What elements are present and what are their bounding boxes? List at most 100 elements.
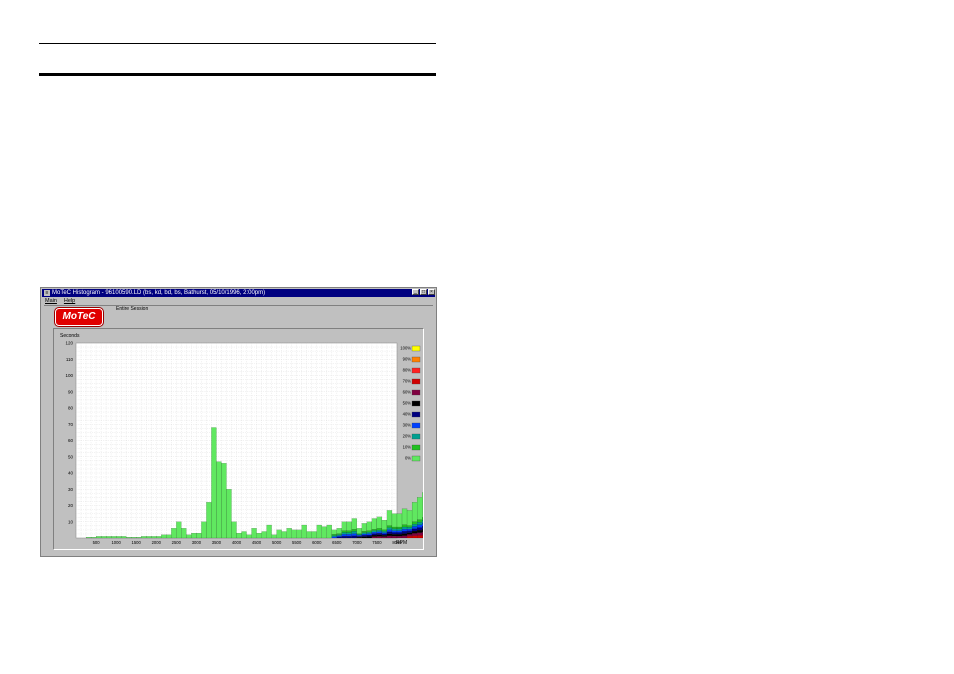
menu-main[interactable]: Main [45, 298, 57, 304]
histogram-bar-segment [356, 533, 362, 535]
histogram-bar-segment [386, 535, 393, 539]
histogram-bar-segment [417, 497, 423, 520]
histogram-bar-segment [346, 536, 352, 539]
histogram-bar-segment [401, 531, 408, 534]
histogram-bar-segment [381, 529, 388, 532]
session-label: Entire Session [116, 306, 149, 312]
y-tick-label: 100 [65, 373, 73, 378]
histogram-bar-segment [366, 535, 372, 537]
histogram-bar-segment [176, 521, 182, 539]
histogram-bar-segment [196, 533, 202, 539]
histogram-bar-segment [406, 525, 413, 528]
histogram-bar-segment [206, 502, 212, 539]
maximize-button[interactable]: □ [420, 289, 427, 295]
y-axis-label: Seconds [60, 333, 80, 339]
x-tick-label: 6000 [312, 540, 322, 545]
histogram-bar-segment [422, 492, 428, 518]
legend-label: 60% [403, 390, 412, 395]
histogram-bar-segment [111, 536, 117, 539]
window-titlebar[interactable]: ≡ MoTeC Histogram - 96100590.LD (bs, kd, … [42, 289, 435, 297]
minimize-button[interactable]: _ [412, 289, 419, 295]
histogram-bar-segment [101, 536, 107, 539]
histogram-bar-segment [381, 535, 388, 537]
histogram-bar-segment [236, 533, 242, 539]
histogram-bar-segment [361, 532, 367, 535]
histogram-bar-segment [406, 529, 413, 531]
histogram-bar-segment [106, 536, 112, 539]
histogram-bar-segment [371, 535, 377, 537]
histogram-bar-segment [286, 528, 292, 539]
histogram-bar-segment [341, 530, 347, 533]
legend-swatch [411, 400, 421, 407]
histogram-bar-segment [356, 536, 362, 538]
histogram-bar-segment [346, 534, 352, 537]
histogram-bar-segment [366, 536, 372, 539]
histogram-bar-segment [422, 535, 428, 539]
histogram-bar-segment [85, 537, 92, 539]
histogram-bar-segment [151, 536, 157, 539]
histogram-bar-segment [401, 535, 408, 539]
histogram-bar-segment [401, 533, 408, 536]
legend-swatch [411, 444, 421, 451]
histogram-bar-segment [191, 533, 197, 539]
histogram-bar-segment [411, 535, 418, 539]
histogram-bar-segment [381, 531, 388, 533]
histogram-bar-segment [341, 532, 347, 535]
histogram-bar-segment [201, 521, 207, 539]
x-tick-label: 5000 [272, 540, 282, 545]
histogram-bar-segment [366, 532, 372, 534]
histogram-bar-segment [181, 528, 187, 539]
histogram-bar-segment [396, 536, 403, 539]
x-tick-label: 1000 [111, 540, 121, 545]
legend-label: 50% [403, 401, 412, 406]
histogram-bar-segment [336, 534, 342, 536]
histogram-bar-segment [371, 533, 377, 536]
legend-label: 10% [403, 445, 412, 450]
histogram-bar-segment [386, 529, 393, 532]
histogram-bar-segment [396, 526, 403, 529]
x-tick-label: 8000 [392, 540, 402, 545]
app-icon[interactable]: ≡ [44, 290, 50, 296]
histogram-bar-segment [301, 524, 307, 539]
legend-swatch [411, 389, 421, 396]
legend-swatch [411, 378, 421, 385]
histogram-bar-segment [376, 533, 383, 535]
histogram-bar-segment [417, 527, 423, 531]
histogram-bar-segment [417, 524, 423, 528]
close-button[interactable]: × [428, 289, 435, 295]
window-controls: _ □ × [412, 289, 435, 295]
legend-label: 0% [405, 456, 411, 461]
x-tick-label: 1500 [132, 540, 142, 545]
rpm-histogram-chart: Seconds RPM 1020304050607080901001101205… [60, 333, 618, 546]
histogram-bar-segment [296, 529, 302, 539]
y-tick-label: 50 [68, 454, 74, 459]
histogram-bar-segment [371, 532, 377, 534]
histogram-bar-segment [391, 534, 398, 537]
histogram-bar-segment [116, 536, 122, 539]
histogram-bar-segment [417, 519, 423, 523]
histogram-bar-segment [326, 524, 332, 539]
y-tick-label: 40 [68, 471, 74, 476]
legend-label: 80% [403, 368, 412, 373]
histogram-bar-segment [246, 534, 252, 539]
menu-help[interactable]: Help [64, 298, 75, 304]
histogram-bar-segment [96, 536, 102, 539]
legend-label: 40% [403, 412, 412, 417]
histogram-bar-segment [331, 535, 337, 537]
histogram-bar-segment [361, 531, 367, 533]
histogram-bar-segment [386, 527, 393, 530]
histogram-bar-segment [406, 532, 413, 535]
x-tick-label: 3500 [212, 540, 222, 545]
histogram-bar-segment [411, 502, 418, 522]
histogram-bar-segment [146, 536, 152, 539]
histogram-bar-segment [417, 532, 423, 536]
histogram-bar-segment [381, 532, 388, 535]
histogram-bar-segment [351, 533, 357, 536]
histogram-bar-segment [346, 530, 352, 533]
legend-label: 20% [403, 434, 412, 439]
histogram-bar-segment [381, 536, 388, 539]
histogram-bar-segment [396, 534, 403, 537]
histogram-bar-segment [341, 521, 347, 531]
histogram-bar-segment [401, 526, 408, 530]
histogram-bar-segment [386, 525, 393, 528]
